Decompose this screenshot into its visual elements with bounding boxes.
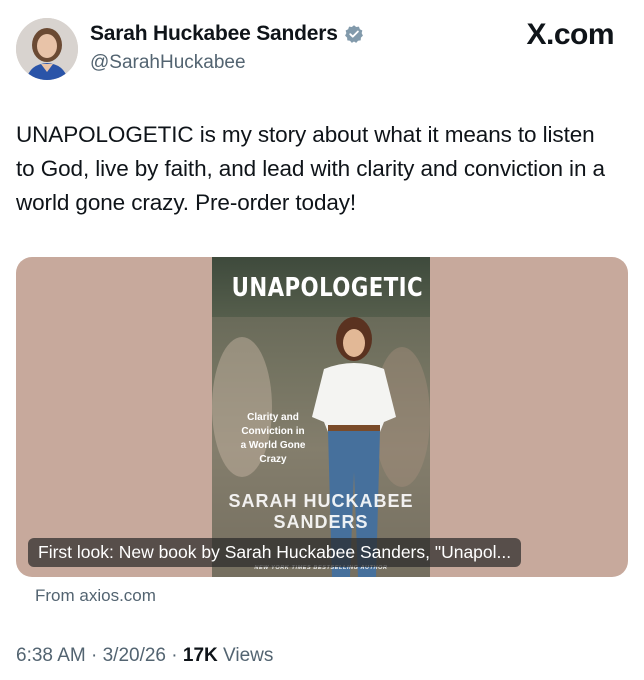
views-count: 17K xyxy=(182,645,218,666)
link-card-caption[interactable]: First look: New book by Sarah Huckabee S… xyxy=(28,538,522,567)
tweet-time[interactable]: 6:38 AM xyxy=(16,645,86,666)
tweet-meta: 6:38 AM · 3/20/26 · 17K Views xyxy=(16,645,273,667)
cover-subtitle: Clarity and Conviction in a World Gone C… xyxy=(240,412,306,465)
author-name-row: Sarah Huckabee Sanders xyxy=(90,22,364,46)
author-handle[interactable]: @SarahHuckabee xyxy=(90,52,246,74)
tweet-date[interactable]: 3/20/26 xyxy=(103,645,166,666)
brand-logo: X.com xyxy=(526,18,614,51)
views-label: Views xyxy=(223,645,274,666)
separator-dot: · xyxy=(171,645,183,666)
avatar[interactable] xyxy=(16,18,78,80)
book-cover-image: UNAPOLOGETIC Clarity and Conviction in a… xyxy=(212,257,430,577)
link-card[interactable]: UNAPOLOGETIC Clarity and Conviction in a… xyxy=(16,257,628,577)
separator-dot: · xyxy=(91,645,103,666)
tweet-text: UNAPOLOGETIC is my story about what it m… xyxy=(16,122,605,215)
display-name[interactable]: Sarah Huckabee Sanders xyxy=(90,22,338,46)
profile-photo xyxy=(16,18,78,80)
cover-author: SARAH HUCKABEE SANDERS xyxy=(228,491,414,532)
verified-badge-icon xyxy=(344,25,363,43)
link-source[interactable]: From axios.com xyxy=(35,586,156,606)
cover-title: UNAPOLOGETIC xyxy=(231,273,424,303)
